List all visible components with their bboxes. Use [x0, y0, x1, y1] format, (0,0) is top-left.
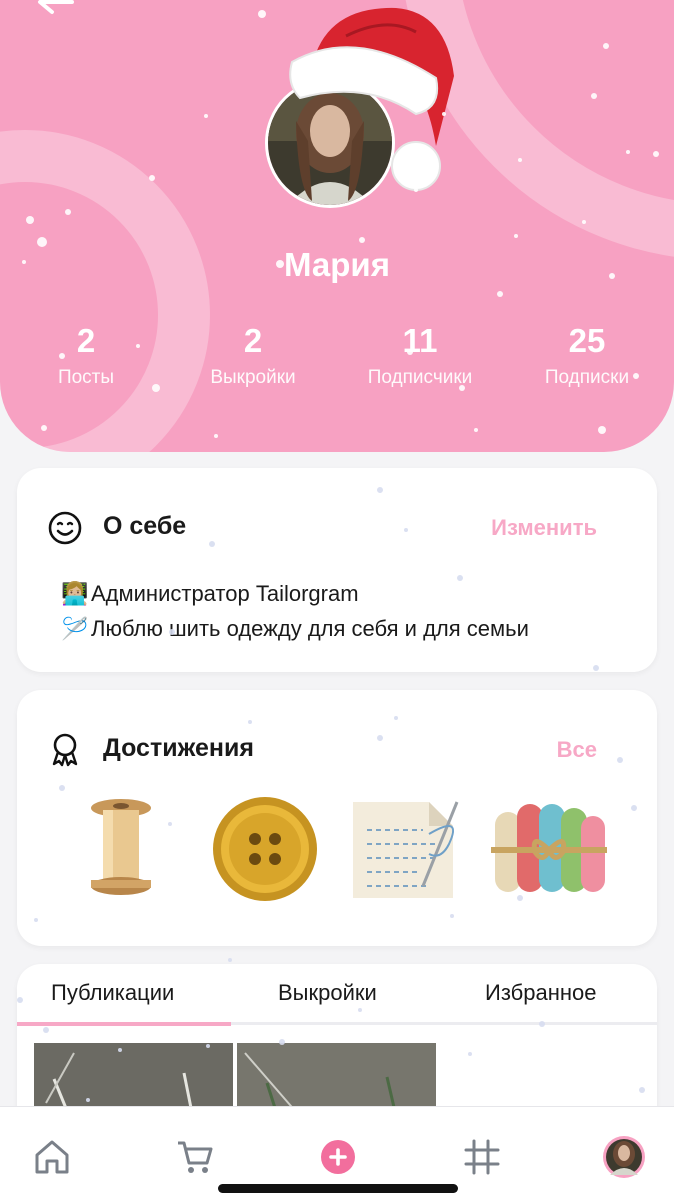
award-ribbon-icon	[52, 733, 78, 767]
stat-patterns-label: Выкройки	[210, 367, 296, 388]
yarn-skeins-icon[interactable]	[487, 794, 611, 904]
profile-avatar[interactable]	[602, 1135, 646, 1179]
tab-patterns[interactable]: Выкройки	[278, 980, 377, 1006]
bio-line: 👩🏼‍💻 Администратор Tailorgram	[61, 576, 529, 611]
stat-following-value: 25	[568, 322, 606, 359]
stat-posts-label: Посты	[57, 367, 115, 388]
technologist-emoji: 👩🏼‍💻	[61, 581, 89, 606]
about-title: О себе	[103, 512, 187, 540]
stat-followers-label: Подписчики	[367, 367, 473, 388]
stat-patterns[interactable]: 2 Выкройки	[173, 322, 333, 392]
stat-posts-value: 2	[76, 322, 96, 359]
stat-posts[interactable]: 2 Посты	[6, 322, 166, 392]
stat-patterns-value: 2	[243, 322, 263, 359]
achievements-card: Достижения Все	[17, 690, 657, 946]
about-card: О себе Изменить 👩🏼‍💻 Администратор Tailor…	[17, 468, 657, 672]
tab-favorites[interactable]: Избранное	[485, 980, 597, 1006]
achievements-title: Достижения	[103, 734, 254, 762]
active-tab-indicator	[17, 1022, 231, 1026]
home-icon[interactable]	[32, 1137, 72, 1177]
back-arrow-icon[interactable]	[34, 0, 76, 30]
profile-header: Мария 2 Посты 2 Выкройки 11 Подписчики 2…	[0, 0, 674, 452]
edit-about-button[interactable]: Изменить	[491, 515, 597, 541]
bio-line-text: Люблю шить одежду для себя и для семьи	[91, 616, 529, 641]
pattern-paper-icon[interactable]	[345, 794, 469, 904]
all-achievements-button[interactable]: Все	[557, 737, 597, 763]
smile-icon	[48, 511, 82, 545]
button-icon[interactable]	[203, 794, 327, 904]
profile-name: Мария	[284, 246, 390, 283]
grid-icon[interactable]	[462, 1137, 502, 1177]
add-icon[interactable]	[318, 1137, 358, 1177]
stat-followers-value: 11	[402, 322, 438, 359]
bio-line: 🪡 Люблю шить одежду для себя и для семьи	[61, 611, 529, 646]
stat-following-label: Подписки	[544, 367, 630, 388]
spool-icon[interactable]	[59, 794, 183, 904]
stat-followers[interactable]: 11 Подписчики	[340, 322, 500, 392]
tab-publications[interactable]: Публикации	[51, 980, 174, 1006]
cart-icon[interactable]	[175, 1137, 215, 1177]
santa-hat-decoration	[289, 7, 454, 191]
home-indicator	[218, 1184, 458, 1193]
decor-ring-left	[0, 130, 210, 452]
bio-text: 👩🏼‍💻 Администратор Tailorgram 🪡 Люблю шить…	[61, 576, 529, 646]
bio-line-text: Администратор Tailorgram	[91, 581, 359, 606]
stat-following[interactable]: 25 Подписки	[507, 322, 667, 392]
sewing-needle-emoji: 🪡	[61, 616, 89, 641]
